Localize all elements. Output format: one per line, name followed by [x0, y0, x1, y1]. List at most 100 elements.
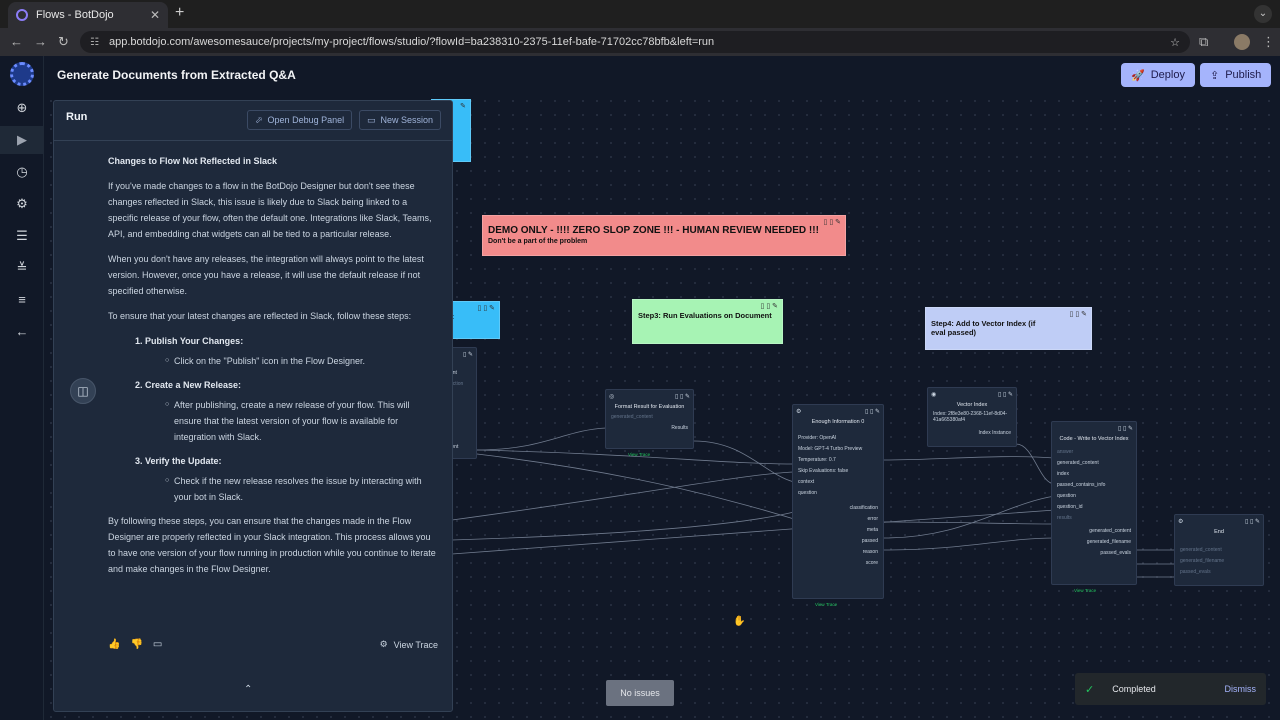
node-tools-icon[interactable]: ▯ ▯ ✎ — [675, 393, 690, 400]
browser-tab[interactable]: Flows - BotDojo ✕ — [8, 2, 168, 28]
port-label: generated_content — [1089, 528, 1131, 534]
port-label: results — [1057, 515, 1072, 521]
settings-gear-icon[interactable]: ⚙ — [12, 194, 32, 214]
view-trace-button[interactable]: ⚙ View Trace — [380, 639, 438, 650]
run-panel-header: Run ⬀ Open Debug Panel ▭ New Session — [54, 101, 452, 141]
node-enough-information[interactable]: ⚙ ▯ ▯ ✎ Enough Information 0 Provider: Op… — [792, 404, 884, 607]
note-step4[interactable]: Step4: Add to Vector Index (if eval pass… — [925, 307, 1092, 350]
step-detail: After publishing, create a new release o… — [174, 397, 438, 445]
node-vector-index[interactable]: ◉ ▯ ▯ ✎ Vector Index Index: 2f8e3e80-2368… — [927, 387, 1017, 447]
port-label: Index Instance — [978, 430, 1011, 436]
node-end[interactable]: ⚙ ▯ ▯ ✎ End generated_content generated_f… — [1174, 514, 1264, 586]
extensions-icon[interactable]: ⧉ — [1199, 34, 1208, 50]
node-type-icon: ⚙ — [1178, 518, 1184, 525]
run-panel-title: Run — [66, 111, 88, 123]
port-label: generated_content — [1057, 460, 1099, 466]
step-detail: Click on the "Publish" icon in the Flow … — [174, 353, 438, 369]
new-tab-icon[interactable]: + — [175, 4, 184, 22]
node-tools-icon[interactable]: ▯ ▯ ✎ — [865, 408, 880, 415]
forward-icon[interactable]: → — [34, 34, 47, 49]
note-tools-icon[interactable]: ▯ ▯ ✎ — [824, 218, 841, 226]
thumbs-down-icon[interactable]: 👎 — [130, 639, 142, 650]
node-code-write-vector[interactable]: ▯ ▯ ✎ Code - Write to Vector Index answe… — [1051, 421, 1137, 593]
note-edit-icon[interactable]: ✎ — [460, 102, 466, 110]
queue-icon[interactable]: ≡ — [12, 290, 32, 310]
back-icon[interactable]: ← — [10, 34, 23, 49]
close-tab-icon[interactable]: ✕ — [150, 8, 160, 22]
note-tools-icon[interactable]: ▯ ▯ ✎ — [761, 302, 778, 310]
port-label: reason — [862, 549, 878, 555]
message-heading: Changes to Flow Not Reflected in Slack — [108, 156, 278, 166]
port-label: generated_content — [1180, 547, 1222, 553]
node-tools-icon[interactable]: ▯ ▯ ✎ — [1118, 425, 1133, 432]
hand-cursor-icon: ✋ — [733, 616, 746, 627]
note-demo-warning[interactable]: DEMO ONLY - !!!! ZERO SLOP ZONE !!! - HU… — [482, 215, 846, 256]
port-label: Results — [671, 425, 688, 431]
chevron-up-icon[interactable]: ⌃ — [244, 684, 252, 695]
port-label: passed_contains_info — [1057, 482, 1106, 488]
thumbs-up-icon[interactable]: 👍 — [108, 639, 120, 650]
node-tools-icon[interactable]: ▯ ✎ — [463, 351, 473, 358]
tab-search-icon[interactable]: ⌄ — [1254, 5, 1272, 23]
profile-avatar[interactable] — [1234, 34, 1250, 50]
demo-note-title: DEMO ONLY - !!!! ZERO SLOP ZONE !!! - HU… — [488, 225, 819, 236]
new-session-label: New Session — [380, 115, 434, 125]
upload-icon: ⇪ — [1210, 69, 1220, 82]
port-label: passed_evals — [1100, 550, 1131, 556]
browser-menu-icon[interactable]: ⋮ — [1262, 34, 1275, 50]
reload-icon[interactable]: ↻ — [58, 34, 69, 50]
node-type-icon: ◉ — [931, 391, 937, 398]
page-title: Generate Documents from Extracted Q&A — [57, 68, 296, 82]
node-tools-icon[interactable]: ▯ ▯ ✎ — [1245, 518, 1260, 525]
bot-message: Changes to Flow Not Reflected in Slack I… — [108, 153, 438, 586]
view-trace-label: View Trace — [393, 639, 438, 650]
site-info-icon[interactable]: ☷ — [90, 37, 99, 48]
node-title: Vector Index — [956, 402, 988, 408]
checklist-icon[interactable]: ≚ — [12, 258, 32, 278]
port-label: context — [798, 479, 815, 485]
port-label: passed — [861, 538, 878, 544]
new-session-button[interactable]: ▭ New Session — [359, 110, 442, 130]
back-arrow-icon[interactable]: ← — [12, 322, 32, 342]
message-actions: 👍 👎 ▭ ⚙ View Trace — [108, 639, 438, 650]
toast-message: Completed — [1112, 684, 1156, 694]
node-title: Enough Information 0 — [811, 419, 865, 425]
open-debug-panel-button[interactable]: ⬀ Open Debug Panel — [247, 110, 353, 130]
gear-icon: ⚙ — [379, 639, 388, 649]
bot-avatar-icon: ◫ — [70, 378, 96, 404]
view-trace-link[interactable]: View Trace — [628, 452, 650, 457]
step-title: 2. Create a New Release: — [135, 380, 242, 390]
port-label: generated_filename — [1086, 539, 1131, 545]
publish-label: Publish — [1225, 69, 1262, 81]
browser-tab-bar: Flows - BotDojo ✕ + ⌄ — [0, 0, 1280, 28]
rocket-icon: 🚀 — [1131, 69, 1145, 82]
botdojo-logo-icon[interactable] — [10, 62, 34, 86]
port-label: meta — [866, 527, 878, 533]
history-icon[interactable]: ◷ — [12, 162, 32, 182]
node-type-icon: ◎ — [609, 393, 615, 400]
view-trace-link[interactable]: View Trace — [1074, 588, 1096, 593]
publish-button[interactable]: ⇪ Publish — [1200, 63, 1272, 87]
note-tools-icon[interactable]: ▯ ▯ ✎ — [1070, 310, 1087, 318]
note-tools-icon[interactable]: ▯ ▯ ✎ — [478, 304, 495, 312]
add-icon[interactable]: ⊕ — [12, 98, 32, 118]
port-label: score — [865, 560, 878, 566]
message-paragraph: By following these steps, you can ensure… — [108, 516, 436, 574]
dismiss-button[interactable]: Dismiss — [1225, 684, 1257, 694]
node-format-result[interactable]: ◎ ▯ ▯ ✎ Format Result for Evaluation gene… — [605, 389, 694, 457]
comment-icon[interactable]: ▭ — [153, 639, 162, 650]
node-tools-icon[interactable]: ▯ ▯ ✎ — [998, 391, 1013, 398]
bookmark-star-icon[interactable]: ☆ — [1170, 36, 1180, 49]
message-paragraph: If you've made changes to a flow in the … — [108, 181, 432, 239]
node-title: End — [1214, 529, 1224, 535]
deploy-button[interactable]: 🚀 Deploy — [1121, 63, 1195, 87]
url-field[interactable]: ☷ app.botdojo.com/awesomesauce/projects/… — [80, 31, 1190, 53]
node-type-icon: ⚙ — [796, 408, 802, 415]
port-label: answer — [1057, 449, 1074, 455]
run-icon[interactable]: ▶ — [12, 130, 32, 150]
node-param: Index: 2f8e3e80-2368-11ef-8d04-41a665380… — [933, 411, 1008, 423]
view-trace-link[interactable]: View Trace — [815, 602, 837, 607]
no-issues-badge[interactable]: No issues — [606, 680, 674, 706]
list-icon[interactable]: ☰ — [12, 226, 32, 246]
note-step3[interactable]: Step3: Run Evaluations on Document ▯ ▯ ✎ — [632, 299, 783, 344]
